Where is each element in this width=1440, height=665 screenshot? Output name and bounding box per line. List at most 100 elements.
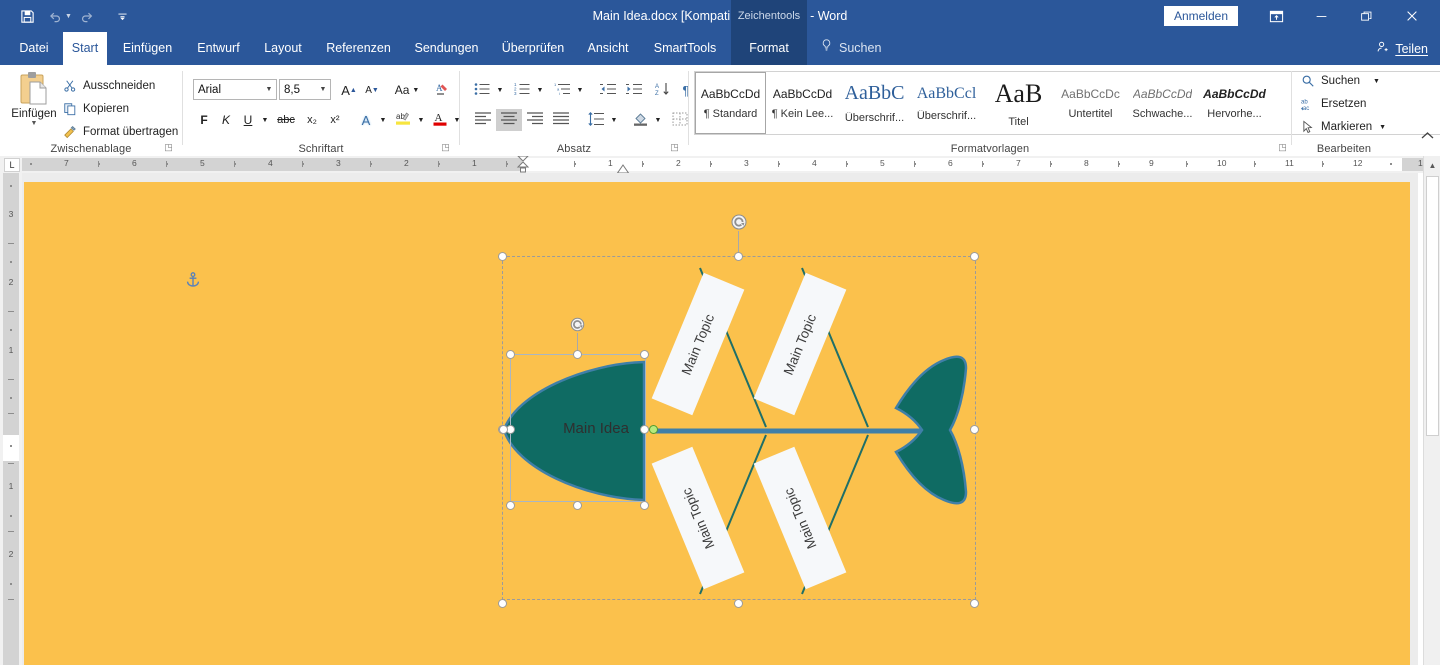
italic-button[interactable]: K [215,109,237,131]
style-item-schwache-hervorhebung[interactable]: AaBbCcDd Schwache... [1127,72,1198,134]
style-item-standard[interactable]: AaBbCcDd ¶ Standard [695,72,766,134]
share-button[interactable]: Teilen [1375,32,1428,65]
clear-formatting-button[interactable]: A [431,79,453,101]
redo-icon[interactable] [74,4,100,28]
document-page[interactable]: Main Idea Main Topic Main Topic Main Top… [24,182,1410,665]
shape-handle-ne[interactable] [640,350,649,359]
text-effects-caret-icon[interactable]: ▼ [377,109,389,131]
grow-font-button[interactable]: A▲ [338,79,360,101]
paragraph-dialog-launcher[interactable]: ◳ [669,142,680,153]
ribbon-display-options-icon[interactable] [1254,0,1299,32]
underline-button[interactable]: U [237,109,259,131]
tab-datei[interactable]: Datei [10,32,58,65]
style-item-ueberschrift-2[interactable]: AaBbCcl Überschrif... [911,72,982,134]
shape-handle-w2[interactable] [499,425,508,434]
bullets-button[interactable] [470,79,494,101]
underline-caret-icon[interactable]: ▼ [259,109,271,131]
tab-sendungen[interactable]: Sendungen [405,32,488,65]
bold-button[interactable]: F [193,109,215,131]
rotate-handle-icon[interactable] [569,316,587,334]
tab-format[interactable]: Format [731,32,807,65]
fish-head-selection[interactable] [510,354,646,502]
line-spacing-caret-icon[interactable]: ▼ [608,109,620,131]
bullets-caret-icon[interactable]: ▼ [494,79,506,101]
style-item-kein-leerraum[interactable]: AaBbCcDd ¶ Kein Lee... [767,72,838,134]
change-case-button[interactable]: Aa▼ [391,79,423,101]
tab-ansicht[interactable]: Ansicht [578,32,638,65]
align-right-button[interactable] [522,109,548,131]
highlight-button[interactable]: ab [391,109,415,131]
horizontal-ruler-track[interactable]: 7 6 5 4 3 2 1 1 2 3 4 5 6 7 8 9 10 11 12… [22,158,1440,171]
document-canvas[interactable]: Main Idea Main Topic Main Topic Main Top… [22,173,1418,665]
tell-me-search[interactable]: Suchen [820,32,881,65]
shape-handle-sw[interactable] [506,501,515,510]
strikethrough-button[interactable]: abc [273,109,299,131]
shape-handle-s[interactable] [573,501,582,510]
align-left-button[interactable] [470,109,496,131]
replace-command[interactable]: abac Ersetzen [1300,94,1366,114]
tab-ueberpruefen[interactable]: Überprüfen [493,32,573,65]
shape-handle-e[interactable] [640,425,649,434]
shape-connector-handle[interactable] [649,425,658,434]
minimize-icon[interactable] [1299,0,1344,32]
restore-icon[interactable] [1344,0,1389,32]
select-caret-icon[interactable]: ▼ [1379,124,1386,131]
vertical-ruler[interactable]: 3 2 1 1 2 [0,173,22,665]
customize-qat-icon[interactable] [110,4,136,28]
collapse-ribbon-button[interactable] [1421,131,1434,143]
decrease-indent-button[interactable] [596,79,620,101]
horizontal-ruler[interactable]: 7 6 5 4 3 2 1 1 2 3 4 5 6 7 8 9 10 11 12… [0,156,1440,173]
font-size-caret-icon[interactable]: ▼ [316,86,330,93]
select-command[interactable]: Markieren ▼ [1300,117,1386,137]
shape-handle-nw[interactable] [506,350,515,359]
tab-stop-selector[interactable]: L [4,158,20,172]
style-item-titel[interactable]: AaB Titel [983,72,1054,134]
sort-button[interactable]: AZ [652,79,674,101]
paste-caret-icon[interactable]: ▼ [31,120,38,128]
copy-command[interactable]: Kopieren [62,99,129,119]
superscript-button[interactable]: x² [324,109,346,131]
shading-caret-icon[interactable]: ▼ [652,109,664,131]
tab-smarttools[interactable]: SmartTools [643,32,727,65]
highlight-caret-icon[interactable]: ▼ [415,109,427,131]
shrink-font-button[interactable]: A▼ [361,79,383,101]
sign-in-button[interactable]: Anmelden [1164,6,1238,26]
selection-handle-s[interactable] [734,599,743,608]
tab-referenzen[interactable]: Referenzen [317,32,400,65]
selection-handle-sw[interactable] [498,599,507,608]
tab-layout[interactable]: Layout [254,32,312,65]
numbering-caret-icon[interactable]: ▼ [534,79,546,101]
selection-handle-n[interactable] [734,252,743,261]
close-icon[interactable] [1389,0,1434,32]
selection-handle-e[interactable] [970,425,979,434]
style-item-hervorhebung[interactable]: AaBbCcDd Hervorhe... [1199,72,1270,134]
font-name-combo[interactable]: Arial ▼ [193,79,277,100]
tab-entwurf[interactable]: Entwurf [188,32,249,65]
find-command[interactable]: Suchen ▼ [1300,71,1380,91]
selection-handle-nw[interactable] [498,252,507,261]
style-item-ueberschrift-1[interactable]: AaBbC Überschrif... [839,72,910,134]
shape-handle-n[interactable] [573,350,582,359]
tab-start[interactable]: Start [63,32,107,65]
selection-handle-ne[interactable] [970,252,979,261]
font-color-button[interactable]: A [429,109,451,131]
multilevel-list-button[interactable]: 1ai [550,79,574,101]
paste-button[interactable]: Einfügen ▼ [8,70,60,142]
rotate-handle-icon[interactable] [730,213,748,231]
subscript-button[interactable]: x₂ [301,109,323,131]
text-effects-button[interactable]: A [355,109,377,131]
shape-handle-se[interactable] [640,501,649,510]
save-icon[interactable] [14,4,40,28]
font-dialog-launcher[interactable]: ◳ [440,142,451,153]
tab-einfuegen[interactable]: Einfügen [112,32,183,65]
font-name-caret-icon[interactable]: ▼ [262,86,276,93]
selection-handle-se[interactable] [970,599,979,608]
align-center-button[interactable] [496,109,522,131]
justify-button[interactable] [548,109,574,131]
style-item-untertitel[interactable]: AaBbCcDc Untertitel [1055,72,1126,134]
format-painter-command[interactable]: Format übertragen [62,122,178,142]
clipboard-dialog-launcher[interactable]: ◳ [163,142,174,153]
undo-caret-icon[interactable]: ▼ [65,13,72,20]
font-size-combo[interactable]: 8,5 ▼ [279,79,331,100]
find-caret-icon[interactable]: ▼ [1373,78,1380,85]
